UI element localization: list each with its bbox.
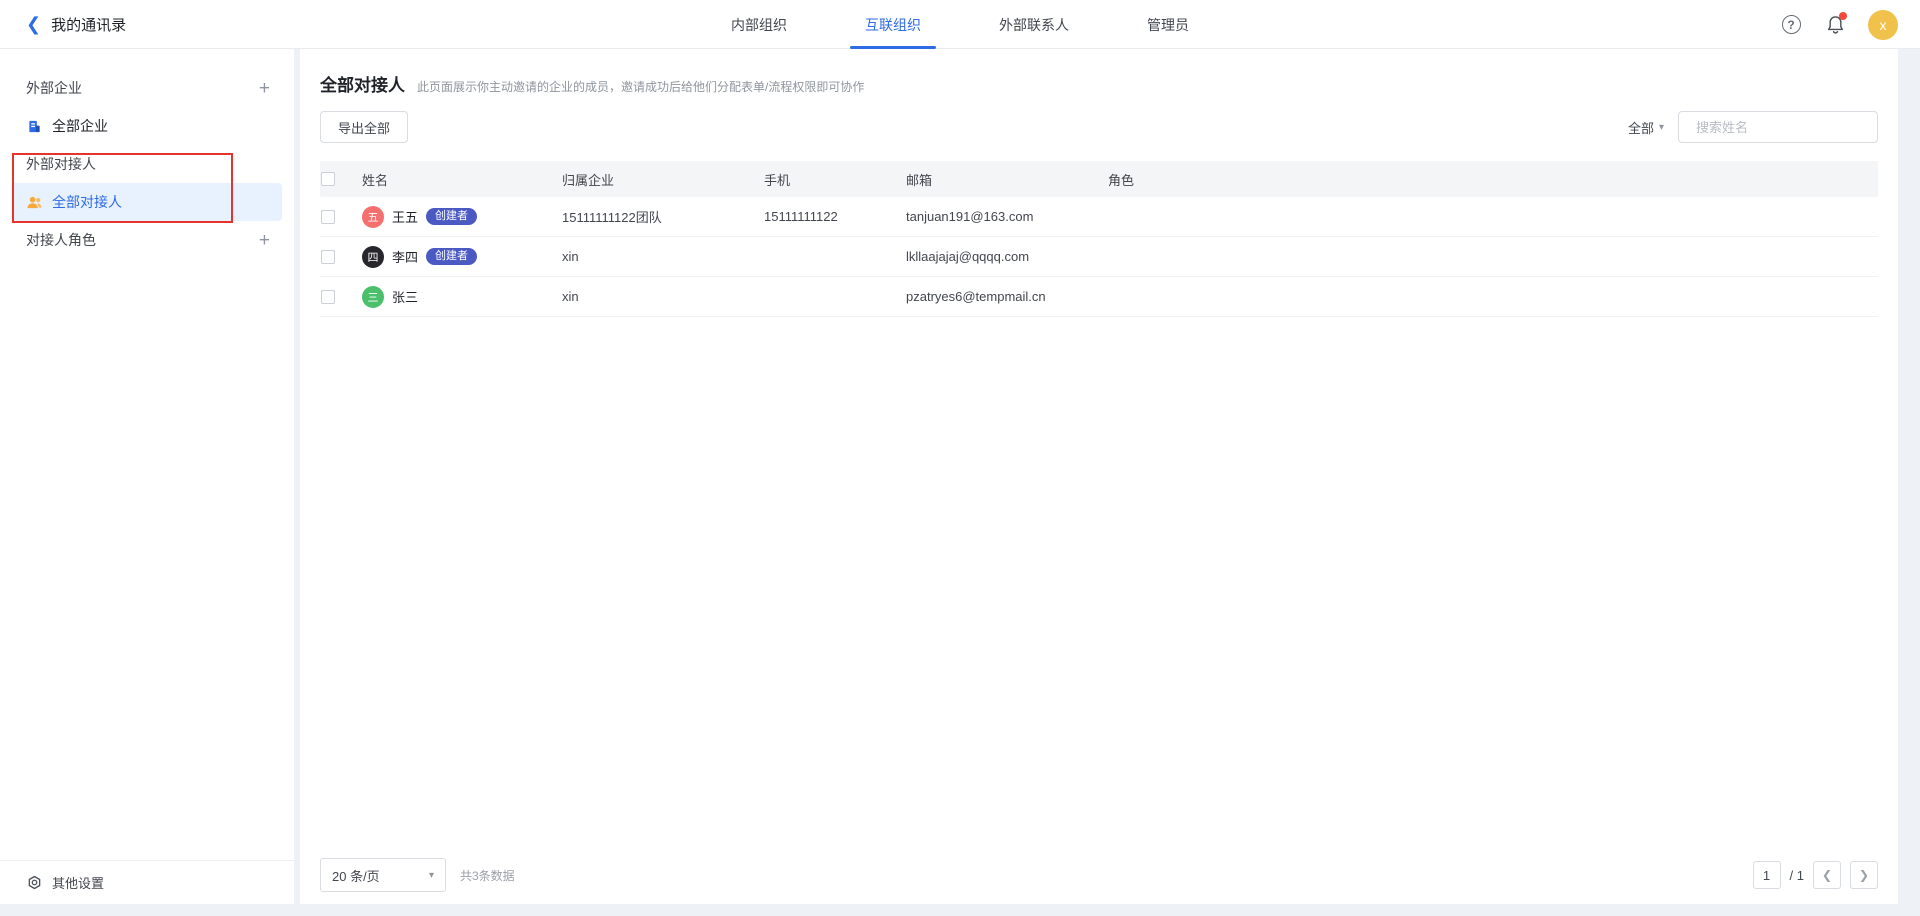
table-row[interactable]: 五 王五 创建者 15111111122团队 15111111122 tanju… <box>320 197 1878 237</box>
contact-email: pzatryes6@tempmail.cn <box>906 289 1108 304</box>
tab-interconnected-org[interactable]: 互联组织 <box>865 0 921 49</box>
select-all-checkbox[interactable] <box>321 172 335 186</box>
main-content: 全部对接人 此页面展示你主动邀请的企业的成员，邀请成功后给他们分配表单/流程权限… <box>300 49 1898 904</box>
back-button[interactable]: ❮ 我的通讯录 <box>0 14 126 35</box>
row-checkbox[interactable] <box>321 290 335 304</box>
sidebar: 外部企业 + 全部企业 外部对接人 <box>0 49 294 904</box>
avatar: 三 <box>362 286 384 308</box>
prev-page-button[interactable]: ❮ <box>1813 861 1841 889</box>
avatar: 四 <box>362 246 384 268</box>
header-actions: ? x <box>1780 0 1898 49</box>
contact-company: xin <box>562 249 764 264</box>
help-icon[interactable]: ? <box>1780 14 1802 36</box>
column-header-phone: 手机 <box>764 170 906 189</box>
group-label: 对接人角色 <box>26 230 96 250</box>
page-number-input[interactable] <box>1753 861 1781 889</box>
user-avatar[interactable]: x <box>1868 10 1898 40</box>
next-page-button[interactable]: ❯ <box>1850 861 1878 889</box>
add-contact-role-icon[interactable]: + <box>259 231 270 250</box>
top-tabs: 内部组织 互联组织 外部联系人 管理员 <box>731 0 1189 49</box>
chevron-left-icon: ❮ <box>26 15 41 33</box>
sidebar-item-all-contacts[interactable]: 全部对接人 <box>12 183 282 221</box>
notification-badge <box>1839 12 1847 20</box>
table-header-row: 姓名 归属企业 手机 邮箱 角色 <box>320 161 1878 197</box>
add-external-company-icon[interactable]: + <box>259 79 270 98</box>
export-all-button[interactable]: 导出全部 <box>320 111 408 143</box>
table-row[interactable]: 三 张三 xin pzatryes6@tempmail.cn <box>320 277 1878 317</box>
notification-bell-icon[interactable] <box>1824 14 1846 36</box>
sidebar-item-label: 全部对接人 <box>52 192 122 212</box>
sidebar-item-other-settings[interactable]: 其他设置 <box>0 860 294 904</box>
contact-company: xin <box>562 289 764 304</box>
sidebar-item-label: 全部企业 <box>52 116 108 136</box>
row-checkbox[interactable] <box>321 210 335 224</box>
search-input[interactable] <box>1696 120 1872 135</box>
content-title: 全部对接人 <box>320 71 405 96</box>
column-header-email: 邮箱 <box>906 170 1108 189</box>
chevron-down-icon: ▾ <box>1659 122 1664 133</box>
sidebar-footer-label: 其他设置 <box>52 873 104 892</box>
contact-name: 李四 <box>392 247 418 266</box>
page-title: 我的通讯录 <box>51 14 126 35</box>
column-header-company: 归属企业 <box>562 170 764 189</box>
page-size-value: 20 条/页 <box>332 866 380 885</box>
tab-internal-org[interactable]: 内部组织 <box>731 0 787 49</box>
avatar: 五 <box>362 206 384 228</box>
toolbar: 导出全部 全部 ▾ <box>320 111 1878 143</box>
content-subtitle: 此页面展示你主动邀请的企业的成员，邀请成功后给他们分配表单/流程权限即可协作 <box>417 78 864 95</box>
contacts-table: 姓名 归属企业 手机 邮箱 角色 五 王五 创建者 15111111122团队 … <box>320 161 1878 317</box>
sidebar-item-all-companies[interactable]: 全部企业 <box>12 107 282 145</box>
contact-name: 张三 <box>392 287 418 306</box>
group-label: 外部企业 <box>26 78 82 98</box>
sidebar-group-contact-role: 对接人角色 + <box>0 221 294 259</box>
filter-dropdown[interactable]: 全部 ▾ <box>1628 118 1664 137</box>
contact-phone: 15111111122 <box>764 209 906 224</box>
sidebar-group-external-contact: 外部对接人 <box>0 145 294 183</box>
column-header-name: 姓名 <box>362 170 562 189</box>
creator-badge: 创建者 <box>426 248 477 265</box>
contact-name: 王五 <box>392 207 418 226</box>
building-icon <box>26 118 43 135</box>
pagination: / 1 ❮ ❯ <box>1753 861 1878 889</box>
sidebar-group-external-company: 外部企业 + <box>0 69 294 107</box>
creator-badge: 创建者 <box>426 208 477 225</box>
app-header: ❮ 我的通讯录 内部组织 互联组织 外部联系人 管理员 ? x <box>0 0 1920 49</box>
table-row[interactable]: 四 李四 创建者 xin lkllaajajaj@qqqq.com <box>320 237 1878 277</box>
tab-admins[interactable]: 管理员 <box>1147 0 1189 49</box>
page-size-select[interactable]: 20 条/页 ▾ <box>320 858 446 892</box>
people-icon <box>26 194 43 211</box>
filter-value: 全部 <box>1628 118 1654 137</box>
page-total-label: / 1 <box>1790 868 1804 883</box>
contact-email: tanjuan191@163.com <box>906 209 1108 224</box>
column-header-role: 角色 <box>1108 170 1878 189</box>
tab-external-contacts[interactable]: 外部联系人 <box>999 0 1069 49</box>
gear-icon <box>26 874 43 891</box>
table-footer: 20 条/页 ▾ 共3条数据 / 1 ❮ ❯ <box>320 846 1878 904</box>
search-box <box>1678 111 1878 143</box>
contact-email: lkllaajajaj@qqqq.com <box>906 249 1108 264</box>
group-label: 外部对接人 <box>26 154 96 174</box>
contact-company: 15111111122团队 <box>562 207 764 226</box>
row-checkbox[interactable] <box>321 250 335 264</box>
total-count-label: 共3条数据 <box>460 867 515 884</box>
chevron-down-icon: ▾ <box>429 870 434 881</box>
